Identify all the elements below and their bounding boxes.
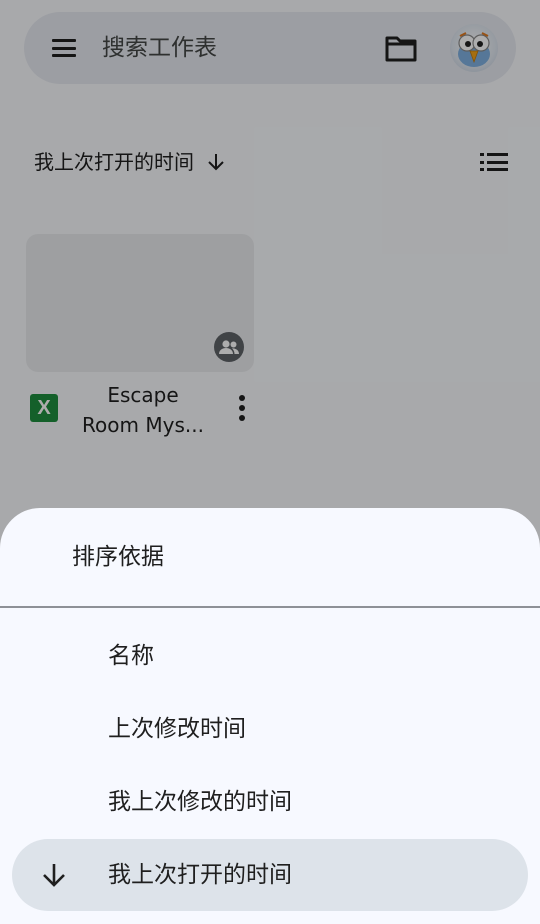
arrow-down-icon (43, 864, 65, 887)
option-label: 我上次打开的时间 (108, 862, 292, 888)
divider (0, 606, 540, 608)
option-label: 上次修改时间 (108, 716, 246, 742)
sort-bottom-sheet: 排序依据 名称 上次修改时间 我上次修改的时间 我上次打开的时间 (0, 508, 540, 924)
sort-option-last-modified[interactable]: 上次修改时间 (12, 693, 528, 765)
sort-option-name[interactable]: 名称 (12, 620, 528, 692)
sheet-title: 排序依据 (72, 544, 164, 570)
option-label: 我上次修改的时间 (108, 789, 292, 815)
sort-option-last-opened-by-me[interactable]: 我上次打开的时间 (12, 839, 528, 911)
option-label: 名称 (108, 643, 154, 669)
sort-option-last-modified-by-me[interactable]: 我上次修改的时间 (12, 766, 528, 838)
